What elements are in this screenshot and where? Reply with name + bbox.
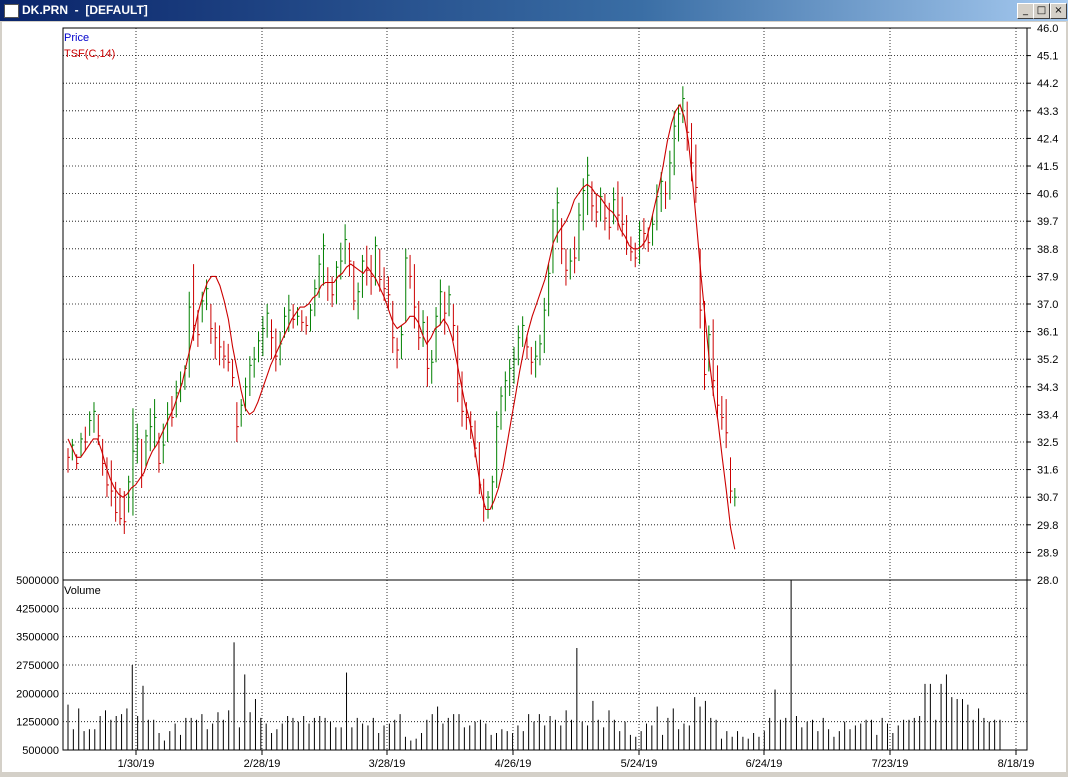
time-tick-label: 8/18/19 xyxy=(998,758,1035,770)
volume-tick-label: 2750000 xyxy=(16,660,59,672)
time-tick-label: 4/26/19 xyxy=(495,758,532,770)
chart-area: 46.0 45.1 44.2 43.3 42.4 41.5 40.6 39.7 38.8 37.9… xyxy=(2,22,1066,772)
time-tick-label: 6/24/19 xyxy=(746,758,783,770)
volume-tick-label: 2000000 xyxy=(16,688,59,700)
volume-tick-label: 1250000 xyxy=(16,717,59,729)
price-tick-label: 30.7 xyxy=(1037,492,1058,504)
chart-window: DK.PRN - [DEFAULT] _ □ × 46.0 45.1 44.2 43.… xyxy=(0,0,1068,774)
price-tick-label: 42.4 xyxy=(1037,133,1058,145)
price-tick-label: 44.2 xyxy=(1037,78,1058,90)
price-tick-label: 35.2 xyxy=(1037,354,1058,366)
chart-app-icon xyxy=(4,4,19,18)
price-tick-label: 43.3 xyxy=(1037,106,1058,118)
price-tick-label: 32.5 xyxy=(1037,437,1058,449)
plot-frame xyxy=(62,27,1028,751)
chart-svg[interactable]: 46.0 45.1 44.2 43.3 42.4 41.5 40.6 39.7 38.8 37.9… xyxy=(2,22,1066,772)
price-tick-label: 40.6 xyxy=(1037,189,1058,201)
volume-label: Volume xyxy=(64,585,101,597)
legend-price: Price xyxy=(64,32,89,44)
time-tick-label: 3/28/19 xyxy=(369,758,406,770)
volume-tick-label: 5000000 xyxy=(16,575,59,587)
volume-tick-label: 500000 xyxy=(22,745,59,757)
time-tick-label: 1/30/19 xyxy=(118,758,155,770)
legend-tsf: TSF(C,14) xyxy=(64,48,115,60)
time-tick-label: 5/24/19 xyxy=(621,758,658,770)
price-tick-label: 38.8 xyxy=(1037,244,1058,256)
price-tick-label: 36.1 xyxy=(1037,327,1058,339)
price-tick-label: 29.8 xyxy=(1037,520,1058,532)
price-tick-label: 34.3 xyxy=(1037,382,1058,394)
minimize-button[interactable]: _ xyxy=(1017,3,1034,19)
close-button[interactable]: × xyxy=(1050,3,1067,19)
price-tick-label: 41.5 xyxy=(1037,161,1058,173)
time-tick-label: 2/28/19 xyxy=(244,758,281,770)
title-bar[interactable]: DK.PRN - [DEFAULT] _ □ × xyxy=(0,0,1068,21)
price-tick-label: 28.9 xyxy=(1037,547,1058,559)
price-tick-label: 37.0 xyxy=(1037,299,1058,311)
window-title: DK.PRN - [DEFAULT] xyxy=(22,3,148,17)
price-tick-label: 45.1 xyxy=(1037,51,1058,63)
price-tick-label: 46.0 xyxy=(1037,23,1058,35)
axis-layer: 46.0 45.1 44.2 43.3 42.4 41.5 40.6 39.7 38.8 37.9… xyxy=(16,23,1058,770)
price-tick-label: 33.4 xyxy=(1037,409,1058,421)
time-tick-label: 7/23/19 xyxy=(872,758,909,770)
volume-tick-label: 4250000 xyxy=(16,603,59,615)
volume-tick-label: 3500000 xyxy=(16,632,59,644)
grid-layer xyxy=(62,27,1028,751)
price-tick-label: 28.0 xyxy=(1037,575,1058,587)
price-layer xyxy=(67,86,737,550)
price-tick-label: 39.7 xyxy=(1037,216,1058,228)
price-tick-label: 31.6 xyxy=(1037,465,1058,477)
maximize-button[interactable]: □ xyxy=(1033,3,1050,19)
price-tick-label: 37.9 xyxy=(1037,271,1058,283)
